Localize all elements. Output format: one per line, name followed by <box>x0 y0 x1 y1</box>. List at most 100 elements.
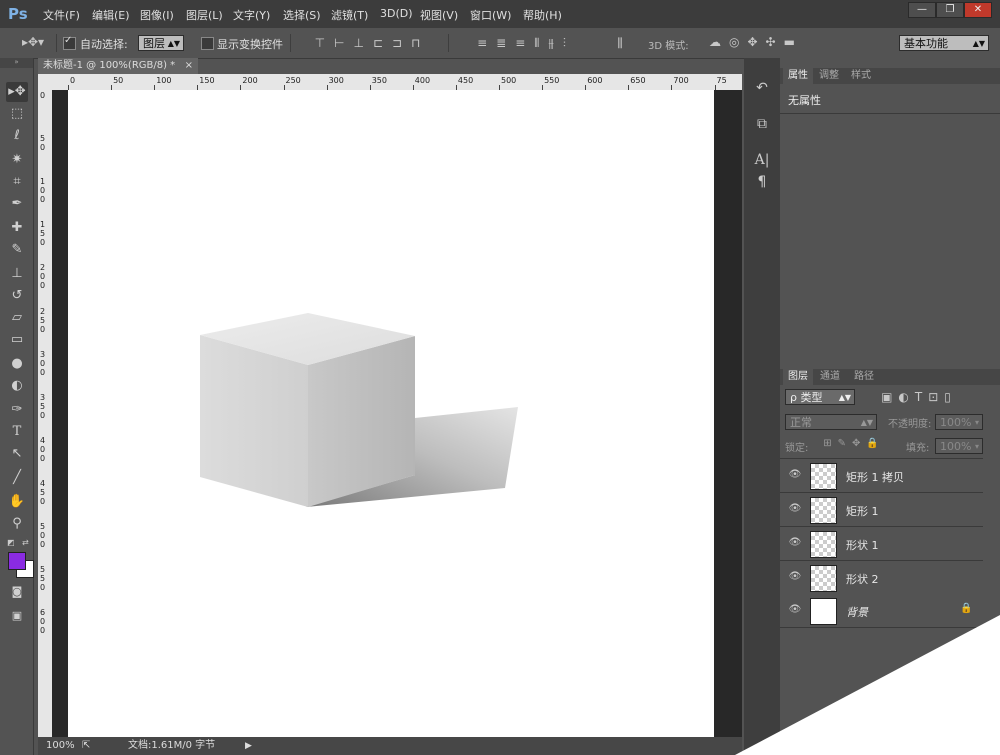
zoom-level[interactable]: 100% <box>46 737 75 755</box>
foreground-color-swatch[interactable] <box>8 552 26 570</box>
menu-3d[interactable]: 3D(D) <box>380 7 413 20</box>
pen-tool-icon[interactable]: ✑ <box>6 400 28 420</box>
restore-button[interactable]: ❐ <box>936 2 964 18</box>
lasso-tool-icon[interactable]: ℓ <box>6 126 28 146</box>
ruler-label: 50 <box>113 76 124 85</box>
lock-icons[interactable]: ⊞✎✥🔒 <box>816 438 892 449</box>
eye-icon[interactable]: 👁 <box>788 469 802 481</box>
layer-row[interactable]: 👁 形状 2 <box>780 561 983 595</box>
divider <box>448 34 449 52</box>
divider <box>290 34 291 52</box>
ruler-label: 0 <box>70 76 76 85</box>
status-bar: 100% ⇱ 文档:1.61M/0 字节 ▶ <box>38 737 742 755</box>
menu-layer[interactable]: 图层(L) <box>186 7 223 23</box>
crop-tool-icon[interactable]: ⌗ <box>6 172 28 192</box>
layer-name[interactable]: 形状 1 <box>846 537 879 553</box>
document-canvas[interactable] <box>68 90 714 737</box>
vertical-ruler[interactable]: 0 50 100 150 200 250 300 350 400 450 500 550 600 <box>38 90 53 737</box>
tab-properties[interactable]: 属性 <box>783 68 813 84</box>
eye-icon[interactable]: 👁 <box>788 503 802 515</box>
eye-icon[interactable]: 👁 <box>788 537 802 549</box>
layer-row[interactable]: 👁 形状 1 <box>780 527 983 561</box>
auto-select-target-dropdown[interactable]: 图层 ▲▼ <box>138 35 184 51</box>
fill-input[interactable]: 100% ▾ <box>935 438 983 454</box>
spot-healing-tool-icon[interactable]: ✚ <box>6 218 28 238</box>
path-selection-tool-icon[interactable]: ↖ <box>6 444 28 464</box>
ruler-label: 0 <box>40 91 46 100</box>
eye-icon[interactable]: 👁 <box>788 571 802 583</box>
3d-mode-icons[interactable]: ☁◎✥✣▬ <box>700 35 812 49</box>
photoshop-logo: Ps <box>8 5 28 23</box>
tab-adjustments[interactable]: 调整 <box>814 68 844 84</box>
chevron-down-icon: ▲▼ <box>838 393 851 402</box>
menu-select[interactable]: 选择(S) <box>283 7 321 23</box>
tab-channels[interactable]: 通道 <box>815 369 845 385</box>
blur-tool-icon[interactable]: ● <box>6 354 28 374</box>
show-transform-checkbox[interactable] <box>201 37 214 50</box>
clone-stamp-tool-icon[interactable]: ⊥ <box>6 264 28 284</box>
workspace-dropdown[interactable]: 基本功能 ▲▼ <box>899 35 989 51</box>
auto-select-checkbox[interactable] <box>63 35 76 50</box>
gradient-tool-icon[interactable]: ▭ <box>6 330 28 350</box>
zoom-tool-icon[interactable]: ⚲ <box>6 514 28 534</box>
quick-mask-icon[interactable]: ◙ <box>6 582 28 602</box>
menu-image[interactable]: 图像(I) <box>140 7 174 23</box>
magic-wand-tool-icon[interactable]: ✷ <box>6 150 28 170</box>
menu-window[interactable]: 窗口(W) <box>470 7 511 23</box>
screen-mode-icon[interactable]: ▣ <box>6 606 28 626</box>
tab-layers[interactable]: 图层 <box>783 369 813 385</box>
menu-file[interactable]: 文件(F) <box>43 7 80 23</box>
blend-mode-dropdown[interactable]: 正常 ▲▼ <box>785 414 877 430</box>
distribute-icons[interactable]: ≡≣≡⫴⫵⫶ <box>456 36 596 51</box>
horizontal-ruler[interactable]: 0 50 100 150 200 250 300 350 400 450 500 550 600 650 7… <box>52 74 742 91</box>
eraser-tool-icon[interactable]: ▱ <box>6 308 28 328</box>
layer-filter-icons[interactable]: ▣◐T⊡▯ <box>864 390 974 404</box>
history-panel-icon[interactable]: ↶ <box>750 78 774 98</box>
move-tool-preset-icon[interactable]: ▸✥▾ <box>20 35 46 49</box>
tab-styles[interactable]: 样式 <box>846 68 876 84</box>
collapse-toolbar-icon[interactable]: » <box>0 58 33 68</box>
ruler-label: 200 <box>242 76 258 85</box>
tab-close-icon[interactable]: × <box>185 58 193 74</box>
layer-row[interactable]: 👁 矩形 1 拷贝 <box>780 459 983 493</box>
layer-name[interactable]: 矩形 1 <box>846 503 879 519</box>
layer-name[interactable]: 矩形 1 拷贝 <box>846 469 904 485</box>
menu-filter[interactable]: 滤镜(T) <box>331 7 368 23</box>
eyedropper-tool-icon[interactable]: ✒ <box>6 194 28 214</box>
line-tool-icon[interactable]: ╱ <box>6 468 28 488</box>
mode-3d-label: 3D 模式: <box>648 41 689 52</box>
layer-thumbnail <box>810 463 837 490</box>
hand-tool-icon[interactable]: ✋ <box>6 492 28 512</box>
character-panel-icon[interactable]: A| <box>750 150 774 170</box>
ruler-origin[interactable] <box>38 74 53 91</box>
move-tool-icon[interactable]: ▸✥ <box>6 82 28 102</box>
brush-tool-icon[interactable]: ✎ <box>6 240 28 260</box>
status-menu-arrow-icon[interactable]: ▶ <box>245 737 252 755</box>
ruler-label: 350 <box>40 392 46 420</box>
paragraph-panel-icon[interactable]: ¶ <box>750 172 774 192</box>
type-tool-icon[interactable]: T <box>6 422 28 442</box>
chevron-down-icon: ▲▼ <box>167 39 180 48</box>
opacity-input[interactable]: 100% ▾ <box>935 414 983 430</box>
swap-colors-icon[interactable]: ⇄ <box>22 538 29 547</box>
tab-paths[interactable]: 路径 <box>849 369 879 385</box>
menu-type[interactable]: 文字(Y) <box>233 7 270 23</box>
menu-view[interactable]: 视图(V) <box>420 7 458 23</box>
align-icons[interactable]: ⊤⊢⊥⊏⊐⊓ <box>302 36 442 50</box>
brush-presets-icon[interactable]: ⧉ <box>750 114 774 134</box>
history-brush-tool-icon[interactable]: ↺ <box>6 286 28 306</box>
default-colors-icon[interactable]: ◩ <box>7 538 15 547</box>
layer-name[interactable]: 形状 2 <box>846 571 879 587</box>
layer-filter-dropdown[interactable]: ρ 类型 ▲▼ <box>785 389 855 405</box>
auto-align-icon[interactable]: ⫼ <box>613 36 627 51</box>
ruler-label: 400 <box>40 435 46 463</box>
close-button[interactable]: ✕ <box>964 2 992 18</box>
export-icon[interactable]: ⇱ <box>82 737 90 755</box>
minimize-button[interactable]: — <box>908 2 936 18</box>
menu-help[interactable]: 帮助(H) <box>523 7 562 23</box>
dodge-tool-icon[interactable]: ◐ <box>6 376 28 396</box>
document-tab[interactable]: 未标题-1 @ 100%(RGB/8) * × <box>38 58 198 74</box>
menu-edit[interactable]: 编辑(E) <box>92 7 130 23</box>
marquee-tool-icon[interactable]: ⬚ <box>6 104 28 124</box>
layer-row[interactable]: 👁 矩形 1 <box>780 493 983 527</box>
